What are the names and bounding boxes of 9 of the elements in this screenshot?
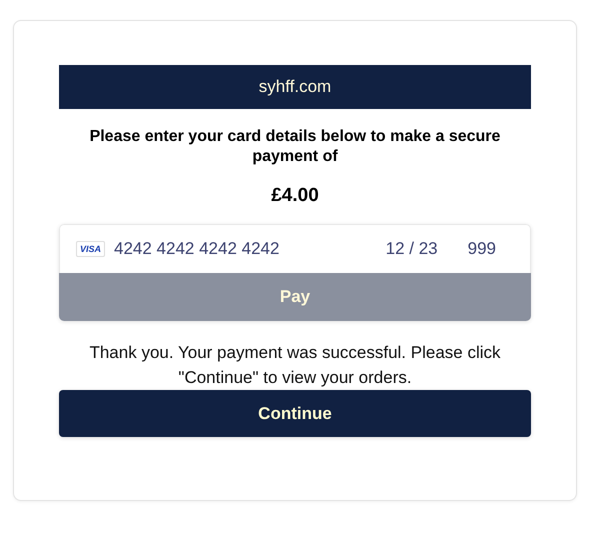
card-cvc: 999	[468, 239, 496, 259]
success-message: Thank you. Your payment was successful. Please click "Continue" to view your orders.	[88, 342, 502, 389]
card-expiry: 12 / 23	[386, 239, 438, 259]
site-name: syhff.com	[258, 77, 332, 97]
payment-amount: £4.00	[270, 185, 320, 207]
card-brand-logo: VISA	[76, 241, 106, 257]
continue-button[interactable]: Continue	[59, 390, 531, 437]
payment-prompt: Please enter your card details below to make a secure payment of	[88, 127, 502, 167]
card-number: 4242 4242 4242 4242	[114, 239, 280, 259]
